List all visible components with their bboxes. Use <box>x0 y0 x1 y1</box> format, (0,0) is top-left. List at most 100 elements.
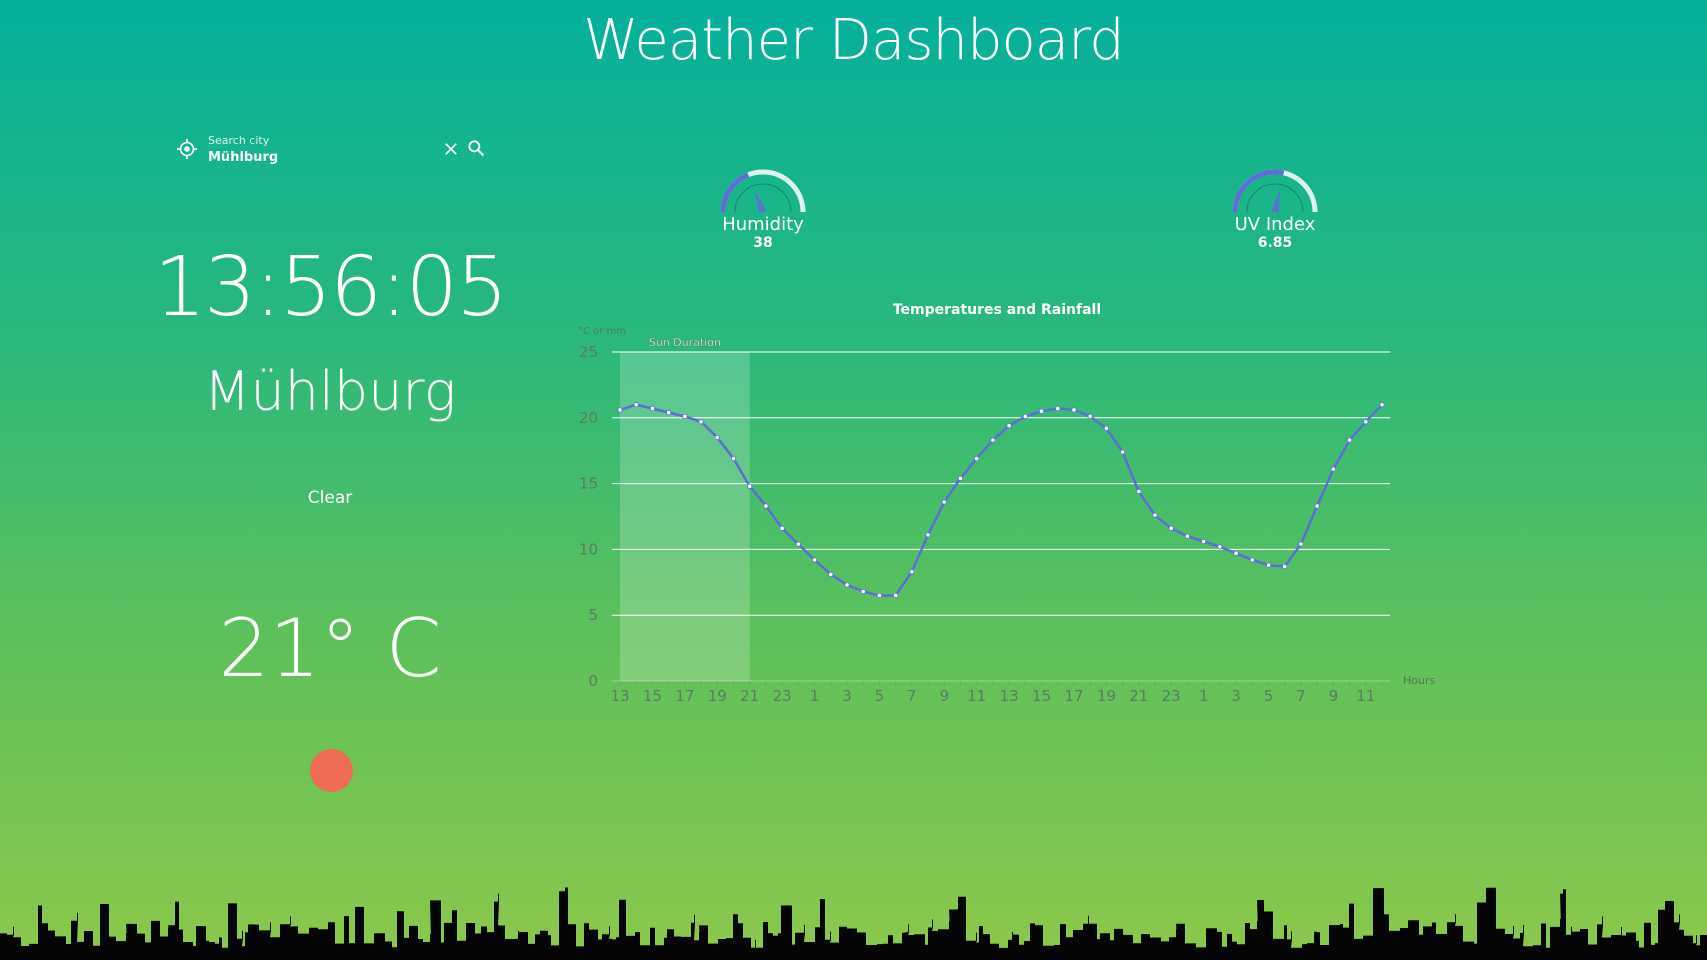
temperature-point[interactable] <box>1038 408 1045 414</box>
page-title: Weather Dashboard <box>583 8 1124 73</box>
x-tick-label: 5 <box>1264 687 1274 705</box>
x-tick-label: 23 <box>1162 687 1181 705</box>
y-tick-label: 0 <box>588 672 598 690</box>
city-search: Search city <box>176 132 486 172</box>
x-tick-label: 1 <box>1199 687 1209 705</box>
temperature-point[interactable] <box>1314 503 1320 509</box>
y-tick-label: 15 <box>579 475 598 493</box>
temperature-point[interactable] <box>649 405 656 412</box>
temperature-point[interactable] <box>990 437 996 443</box>
temperature-point[interactable] <box>909 569 915 575</box>
temperature-point[interactable] <box>1071 407 1077 413</box>
uv-index-gauge: UV Index 6.85 <box>1205 164 1345 251</box>
temperature-point[interactable] <box>876 592 883 599</box>
temperature-point[interactable] <box>828 571 834 578</box>
temperature-point[interactable] <box>957 475 964 481</box>
search-label: Search city <box>208 134 270 147</box>
temperature-point[interactable] <box>925 532 931 538</box>
temperature-point[interactable] <box>893 592 899 599</box>
temperature-point[interactable] <box>1055 405 1061 412</box>
temperature-point[interactable] <box>844 582 850 588</box>
temperature-point[interactable] <box>1119 449 1126 455</box>
x-tick-label: 17 <box>1064 687 1083 705</box>
y-tick-label: 10 <box>579 540 598 558</box>
current-temperature: 21° C <box>218 602 442 695</box>
temperature-point[interactable] <box>1136 488 1142 495</box>
my-location-icon[interactable] <box>176 138 198 160</box>
temperature-point[interactable] <box>633 402 639 408</box>
uv-index-value: 6.85 <box>1257 235 1293 251</box>
temperature-point[interactable] <box>666 409 672 416</box>
sun-icon <box>310 749 353 792</box>
temperature-point[interactable] <box>1152 512 1158 518</box>
temperature-point[interactable] <box>1201 538 1207 545</box>
temperature-point[interactable] <box>682 413 688 420</box>
x-tick-label: 13 <box>1000 687 1019 705</box>
x-tick-label: 11 <box>1356 687 1375 705</box>
y-tick-label: 5 <box>588 606 598 624</box>
temperature-point[interactable] <box>617 407 623 413</box>
temperature-point[interactable] <box>763 503 769 509</box>
temperature-point[interactable] <box>1330 466 1336 472</box>
x-tick-label: 1 <box>810 687 820 705</box>
temperature-point[interactable] <box>1363 419 1369 425</box>
weather-condition: Clear <box>307 488 353 508</box>
x-tick-label: 23 <box>773 687 792 705</box>
skyline-shape <box>0 887 1707 960</box>
temperature-point[interactable] <box>1379 402 1385 408</box>
x-tick-label: 21 <box>740 687 759 705</box>
temperature-point[interactable] <box>1184 533 1191 539</box>
chart-title: Temperatures and Rainfall <box>893 302 1101 318</box>
x-tick-label: 21 <box>1129 687 1148 705</box>
y-tick-label: 25 <box>579 343 598 361</box>
temperature-point[interactable] <box>1298 541 1304 547</box>
temperature-point[interactable] <box>811 557 818 563</box>
uv-gauge-dial <box>1232 169 1318 213</box>
clear-icon[interactable] <box>442 140 460 158</box>
temperature-point[interactable] <box>1022 413 1028 420</box>
temperature-point[interactable] <box>714 434 720 441</box>
temperature-point[interactable] <box>1087 413 1093 420</box>
x-tick-label: 9 <box>939 687 949 705</box>
uv-index-label: UV Index <box>1234 214 1316 235</box>
x-tick-label: 7 <box>907 687 917 705</box>
x-tick-label: 5 <box>875 687 885 705</box>
x-tick-label: 3 <box>1231 687 1241 705</box>
x-tick-label: 15 <box>1032 687 1051 705</box>
temperature-point[interactable] <box>1265 562 1272 568</box>
x-tick-label: 9 <box>1329 687 1339 705</box>
temperature-point[interactable] <box>1233 550 1239 556</box>
y-tick-label: 20 <box>579 409 598 427</box>
temperature-point[interactable] <box>1006 423 1012 429</box>
x-tick-label: 7 <box>1296 687 1306 705</box>
temperature-point[interactable] <box>1217 544 1223 550</box>
temperature-point[interactable] <box>1282 563 1288 570</box>
temperature-point[interactable] <box>1346 437 1353 443</box>
temperature-point[interactable] <box>698 419 704 425</box>
humidity-gauge: Humidity 38 <box>693 164 833 251</box>
temperature-point[interactable] <box>779 525 785 531</box>
current-city: Mühlburg <box>203 360 457 423</box>
x-axis-label: Hours <box>1403 674 1435 687</box>
temperature-point[interactable] <box>1168 525 1174 531</box>
temperature-point[interactable] <box>860 588 866 595</box>
city-skyline-silhouette <box>0 887 1707 960</box>
x-tick-label: 13 <box>610 687 629 705</box>
temperature-point[interactable] <box>974 455 980 462</box>
x-tick-label: 19 <box>1097 687 1116 705</box>
humidity-label: Humidity <box>722 214 804 235</box>
x-tick-label: 17 <box>675 687 694 705</box>
search-input[interactable] <box>208 148 438 166</box>
sun-duration-label: Sun Duration <box>649 336 721 349</box>
y-axis-label: °C or mm <box>578 326 626 337</box>
x-tick-label: 11 <box>967 687 986 705</box>
temperature-point[interactable] <box>747 483 753 489</box>
humidity-value: 38 <box>753 235 773 251</box>
temperature-point[interactable] <box>941 499 947 505</box>
search-icon[interactable] <box>466 138 486 158</box>
temperature-point[interactable] <box>1249 557 1255 563</box>
temperature-point[interactable] <box>730 455 737 462</box>
temperature-point[interactable] <box>1103 425 1109 431</box>
temperature-point[interactable] <box>795 541 801 547</box>
x-tick-label: 3 <box>842 687 852 705</box>
